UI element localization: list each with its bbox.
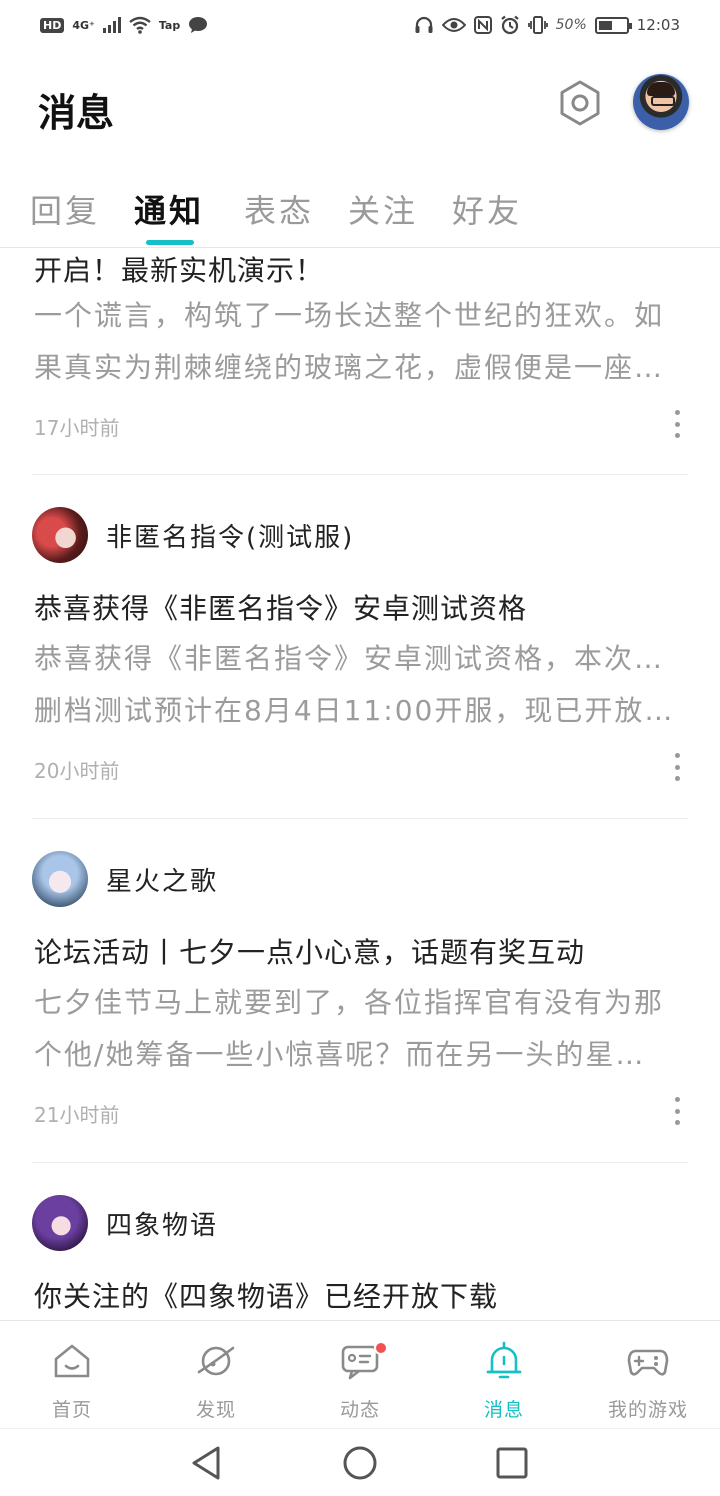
battery-icon [594,16,632,34]
divider [32,474,688,475]
user-avatar[interactable] [633,74,689,130]
game-name[interactable]: 四象物语 [106,1205,218,1242]
notification-body-line: 恭喜获得《非匿名指令》安卓测试资格，本次限量 [34,642,686,675]
notification-title: 你关注的《四象物语》已经开放下载 [34,1280,499,1313]
notification-body-line: 个他/她筹备一些小惊喜呢？而在另一头的星… [34,1038,646,1071]
tab-friends[interactable]: 好友 [452,186,522,232]
settings-hexagon-icon [560,80,600,126]
battery-percent: 50% [555,17,587,33]
more-options-button[interactable] [672,1097,682,1125]
status-bar: HD 4G⁺ Tap 50% 12:03 [0,0,720,50]
recents-square-icon[interactable] [492,1443,532,1483]
notification-body-line: 删档测试预计在8月4日11:00开服，现已开放下… [34,694,686,727]
nav-moments-label: 动态 [339,1399,380,1421]
notification-body-line: 果真实为荆棘缠绕的玻璃之花，虚假便是一座… [34,351,665,384]
game-name[interactable]: 星火之歌 [106,861,218,898]
network-type: 4G⁺ [72,18,95,32]
discover-planet-icon [197,1346,235,1376]
bell-icon [486,1341,522,1379]
notification-title: 开启！最新实机演示！ [34,254,325,287]
headphones-icon [415,16,433,33]
notification-body-line: 一个谎言，构筑了一场长达整个世纪的狂欢。如 [34,299,665,332]
game-row[interactable]: 非匿名指令(测试服) [32,505,354,565]
alarm-icon [500,15,519,35]
back-icon[interactable] [186,1443,226,1483]
game-avatar[interactable] [32,507,88,563]
vibrate-icon [527,16,548,34]
hd-indicator: HD [40,17,65,33]
signal-icon [102,17,121,33]
status-right: 50% 12:03 [414,15,680,35]
game-avatar[interactable] [32,1195,88,1251]
game-row[interactable]: 星火之歌 [32,849,218,909]
game-row[interactable]: 四象物语 [32,1193,218,1253]
nav-messages-label: 消息 [483,1399,524,1421]
moments-badge [374,1341,388,1355]
settings-button[interactable] [555,78,605,128]
notification-time: 21小时前 [34,1103,120,1127]
notification-body-line: 七夕佳节马上就要到了，各位指挥官有没有为那 [34,986,665,1019]
divider [32,818,688,819]
nav-my-games[interactable]: 我的游戏 [576,1321,720,1429]
message-tabs: 回复 通知 表态 关注 好友 [0,180,720,248]
gamepad-icon [627,1349,669,1376]
clock: 12:03 [636,16,680,34]
message-bubble-icon [189,17,208,33]
more-options-button[interactable] [672,410,682,438]
active-tab-indicator [146,240,194,245]
wifi-icon [129,16,151,34]
nav-discover-label: 发现 [195,1399,236,1421]
nav-home-label: 首页 [51,1399,92,1421]
nav-moments[interactable]: 动态 [288,1321,432,1429]
nav-my-games-label: 我的游戏 [607,1399,688,1421]
status-left: HD 4G⁺ Tap [40,16,208,34]
nav-discover[interactable]: 发现 [144,1321,288,1429]
game-avatar[interactable] [32,851,88,907]
system-navigation [0,1428,720,1496]
notification-title: 论坛活动丨七夕一点小心意，话题有奖互动 [34,936,586,969]
notification-time: 17小时前 [34,416,120,440]
game-name[interactable]: 非匿名指令(测试服) [106,517,354,554]
tab-replies[interactable]: 回复 [30,186,100,232]
nav-home[interactable]: 首页 [0,1321,144,1429]
divider [32,1162,688,1163]
notification-time: 20小时前 [34,759,120,783]
tap-indicator: Tap [158,18,181,32]
tab-notifications[interactable]: 通知 [134,186,204,232]
notification-title: 恭喜获得《非匿名指令》安卓测试资格 [34,592,528,625]
eye-icon [441,18,466,32]
notification-body: 七夕佳节马上就要到了，各位指挥官有没有为那 个他/她筹备一些小惊喜呢？而在另一头… [34,977,686,1081]
notification-body: 一个谎言，构筑了一场长达整个世纪的狂欢。如 果真实为荆棘缠绕的玻璃之花，虚假便是… [34,290,686,394]
notification-body: 恭喜获得《非匿名指令》安卓测试资格，本次限量 删档测试预计在8月4日11:00开… [34,633,686,737]
tab-follows[interactable]: 关注 [348,186,418,232]
nav-messages[interactable]: 消息 [432,1321,576,1429]
home-icon [54,1344,90,1378]
more-options-button[interactable] [672,753,682,781]
home-circle-icon[interactable] [340,1443,380,1483]
bottom-navigation: 首页 发现 动态 消息 我的游戏 [0,1320,720,1428]
nfc-icon [473,16,492,34]
page-header: 消息 [0,60,720,150]
tab-reactions[interactable]: 表态 [244,186,314,232]
page-title: 消息 [38,91,115,135]
notification-list[interactable]: 开启！最新实机演示！ 一个谎言，构筑了一场长达整个世纪的狂欢。如 果真实为荆棘缠… [0,249,720,1319]
